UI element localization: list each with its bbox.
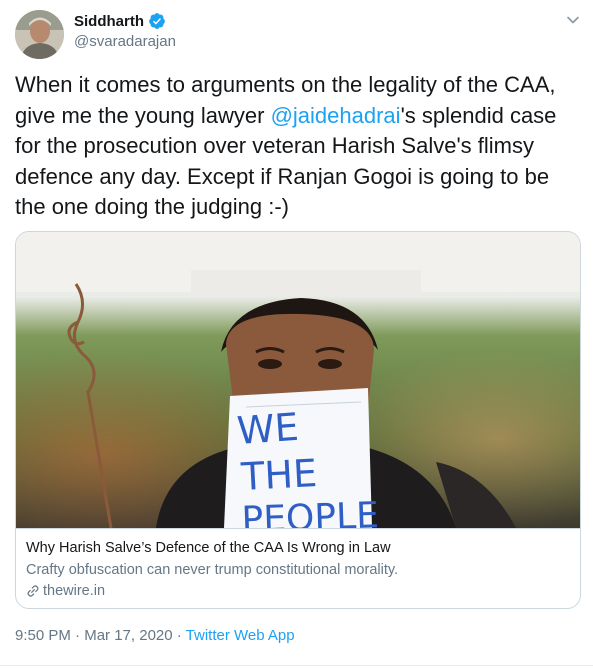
sign-text-people: PEOPLE	[241, 495, 380, 528]
author-handle[interactable]: @svaradarajan	[74, 33, 176, 50]
meta-separator: ·	[172, 627, 186, 644]
tweet-time[interactable]: 9:50 PM	[15, 627, 71, 644]
card-image: WE THE PEOPLE	[16, 232, 580, 528]
sign-text-we: WE	[236, 405, 301, 453]
card-divider	[16, 528, 580, 529]
avatar[interactable]	[15, 10, 64, 59]
card-title[interactable]: Why Harish Salve’s Defence of the CAA Is…	[26, 540, 391, 556]
source-app-link[interactable]: Twitter Web App	[186, 627, 295, 644]
card-description: Crafty obfuscation can never trump const…	[26, 562, 399, 578]
sign-text-the: THE	[239, 451, 318, 499]
avatar-image	[15, 10, 64, 59]
author-name[interactable]: Siddharth	[74, 13, 144, 30]
mention-link[interactable]: @jaidehadrai	[271, 103, 401, 128]
meta-separator: ·	[70, 627, 85, 644]
author-name-row[interactable]: Siddharth	[74, 12, 166, 30]
card-domain[interactable]: thewire.in	[26, 583, 105, 599]
verified-badge-icon	[149, 13, 165, 29]
chevron-down-icon[interactable]	[565, 12, 581, 28]
link-card[interactable]: WE THE PEOPLE Why Harish Salve’s Defence…	[15, 231, 581, 609]
link-icon	[27, 585, 39, 597]
tweet-date[interactable]: Mar 17, 2020	[84, 627, 172, 644]
card-domain-text[interactable]: thewire.in	[43, 583, 105, 599]
tweet-meta: 9:50 PM · Mar 17, 2020 · Twitter Web App	[15, 627, 295, 644]
divider	[0, 665, 593, 666]
tweet-text: When it comes to arguments on the legali…	[15, 70, 580, 223]
